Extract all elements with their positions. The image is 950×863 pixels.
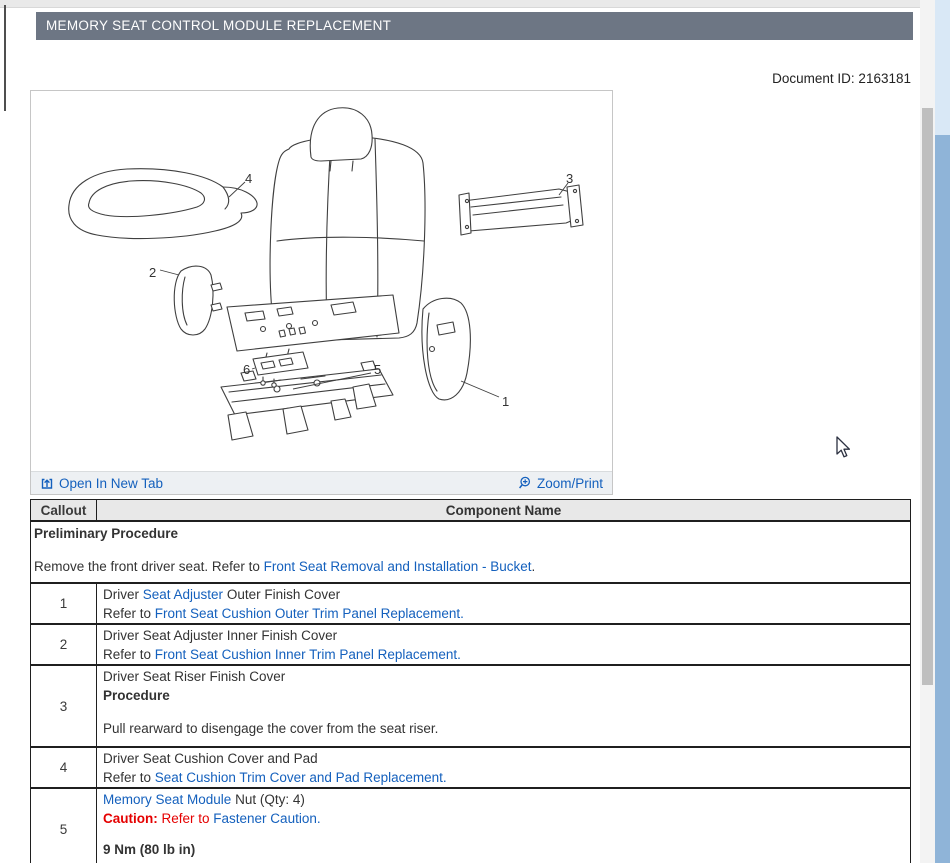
figure-callout-4: 4 [245, 171, 252, 186]
table-row: 5 Memory Seat Module Nut (Qty: 4) Cautio… [31, 787, 910, 863]
figure-callout-1: 1 [502, 394, 509, 409]
callout-number: 3 [31, 666, 97, 746]
preliminary-period: . [531, 559, 536, 574]
open-in-new-tab-icon [41, 478, 53, 489]
table-row: 1 Driver Seat Adjuster Outer Finish Cove… [31, 582, 910, 623]
mouse-cursor [836, 436, 851, 458]
page-title: MEMORY SEAT CONTROL MODULE REPLACEMENT [36, 12, 913, 40]
figure-panel: 4 3 2 6 5 1 Open In New Tab Zoom/Print [30, 90, 613, 495]
torque-spec: 9 Nm (80 lb in) [103, 842, 196, 857]
row1-refer: Refer to [103, 606, 155, 621]
row1-text: Driver [103, 587, 143, 602]
figure-toolbar: Open In New Tab Zoom/Print [31, 471, 612, 494]
figure-callout-3: 3 [566, 171, 573, 186]
top-strip [0, 0, 935, 8]
row4-text: Driver Seat Cushion Cover and Pad [103, 751, 318, 766]
row1-text2: Outer Finish Cover [223, 587, 341, 602]
table-row: 2 Driver Seat Adjuster Inner Finish Cove… [31, 623, 910, 664]
row2-text: Driver Seat Adjuster Inner Finish Cover [103, 628, 338, 643]
callout-header: Callout [31, 500, 97, 520]
zoom-print-icon [518, 476, 531, 489]
table-row: 4 Driver Seat Cushion Cover and Pad Refe… [31, 746, 910, 787]
outer-trim-panel-link[interactable]: Front Seat Cushion Outer Trim Panel Repl… [155, 606, 464, 621]
figure-callout-6: 6 [243, 362, 250, 377]
figure-callout-2: 2 [149, 265, 156, 280]
seat-exploded-diagram: 4 3 2 6 5 1 [31, 91, 612, 471]
callout-number: 1 [31, 584, 97, 623]
inner-trim-panel-link[interactable]: Front Seat Cushion Inner Trim Panel Repl… [155, 647, 461, 662]
table-header-row: Callout Component Name [31, 500, 910, 520]
page: MEMORY SEAT CONTROL MODULE REPLACEMENT D… [0, 0, 950, 863]
zoom-print-label: Zoom/Print [536, 475, 603, 491]
callout-number: 4 [31, 748, 97, 787]
component-table: Callout Component Name Preliminary Proce… [30, 499, 911, 863]
document-id: Document ID: 2163181 [772, 71, 911, 86]
memory-seat-module-link[interactable]: Memory Seat Module [103, 792, 231, 807]
row3-text: Driver Seat Riser Finish Cover [103, 669, 286, 684]
row3-instruction: Pull rearward to disengage the cover fro… [103, 721, 439, 736]
caution-label: Caution: [103, 811, 158, 826]
inner-scrollbar-thumb[interactable] [922, 108, 933, 685]
figure-callout-5: 5 [374, 362, 381, 377]
row5-text: Nut (Qty: 4) [231, 792, 305, 807]
open-in-new-tab-link[interactable]: Open In New Tab [40, 476, 163, 491]
preliminary-procedure-title: Preliminary Procedure [34, 526, 179, 541]
caution-refer: Refer to [157, 811, 214, 826]
callout-number: 5 [31, 789, 97, 863]
open-in-new-tab-label: Open In New Tab [59, 475, 164, 491]
component-name-header: Component Name [445, 502, 562, 518]
seat-cushion-trim-link[interactable]: Seat Cushion Trim Cover and Pad Replacem… [155, 770, 447, 785]
preliminary-text: Remove the front driver seat. Refer to [34, 559, 264, 574]
front-seat-removal-link[interactable]: Front Seat Removal and Installation - Bu… [264, 559, 532, 574]
fastener-caution-link[interactable]: Fastener Caution. [213, 811, 320, 826]
row3-procedure-label: Procedure [103, 688, 170, 703]
row2-refer: Refer to [103, 647, 155, 662]
callout-number: 2 [31, 625, 97, 664]
outer-scrollbar-thumb[interactable] [935, 135, 950, 863]
seat-adjuster-link[interactable]: Seat Adjuster [143, 587, 223, 602]
preliminary-procedure-row: Preliminary Procedure Remove the front d… [31, 520, 910, 582]
left-edge-line [4, 5, 6, 111]
table-row: 3 Driver Seat Riser Finish Cover Procedu… [31, 664, 910, 746]
zoom-print-link[interactable]: Zoom/Print [518, 476, 603, 491]
row4-refer: Refer to [103, 770, 155, 785]
